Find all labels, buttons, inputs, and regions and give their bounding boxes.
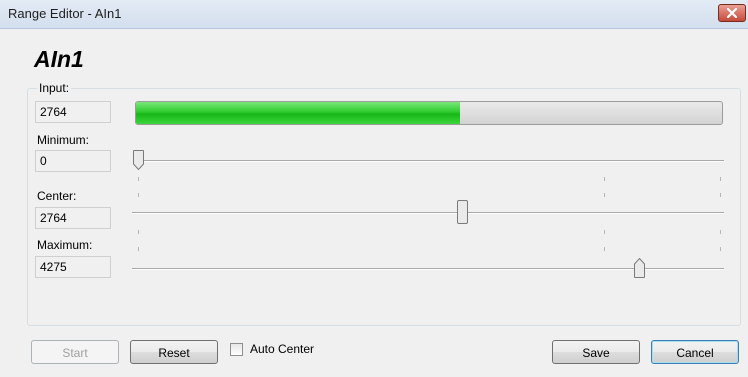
slider-tick: [720, 230, 721, 234]
auto-center-checkbox[interactable]: [230, 343, 243, 356]
minimum-label: Minimum:: [37, 133, 90, 147]
minimum-slider-track[interactable]: [134, 160, 724, 162]
slider-tick: [604, 230, 605, 234]
cancel-button[interactable]: Cancel: [651, 340, 739, 364]
slider-tick: [720, 193, 721, 197]
slider-tick: [604, 193, 605, 197]
auto-center-label[interactable]: Auto Center: [250, 342, 314, 356]
channel-heading: AIn1: [34, 46, 84, 72]
minimum-slider-thumb[interactable]: [133, 150, 144, 170]
maximum-slider-thumb[interactable]: [634, 258, 645, 278]
title-bar[interactable]: Range Editor - AIn1: [0, 0, 748, 29]
maximum-value-field: 4275: [35, 256, 111, 278]
center-slider-track[interactable]: [132, 212, 724, 214]
input-value-field: 2764: [35, 101, 111, 123]
close-icon: [727, 8, 737, 18]
slider-tick: [720, 247, 721, 251]
input-progress-fill: [136, 102, 461, 124]
save-button[interactable]: Save: [552, 340, 640, 364]
input-group-label: Input:: [37, 81, 72, 95]
slider-tick: [138, 230, 139, 234]
center-slider-thumb[interactable]: [457, 200, 468, 224]
slider-tick: [138, 193, 139, 197]
slider-tick: [138, 247, 139, 251]
center-label: Center:: [37, 189, 77, 203]
slider-tick: [604, 247, 605, 251]
minimum-value-field: 0: [35, 150, 111, 172]
range-editor-window: Range Editor - AIn1 AIn1 Input: 2764 Min…: [0, 0, 748, 377]
slider-tick: [604, 177, 605, 181]
slider-tick: [138, 177, 139, 181]
reset-button[interactable]: Reset: [130, 340, 218, 364]
maximum-label: Maximum:: [37, 238, 93, 252]
slider-tick: [720, 177, 721, 181]
close-button[interactable]: [718, 4, 746, 22]
input-progress-bar: [135, 101, 723, 125]
center-value-field: 2764: [35, 207, 111, 229]
start-button[interactable]: Start: [31, 340, 119, 364]
window-title: Range Editor - AIn1: [8, 6, 122, 21]
